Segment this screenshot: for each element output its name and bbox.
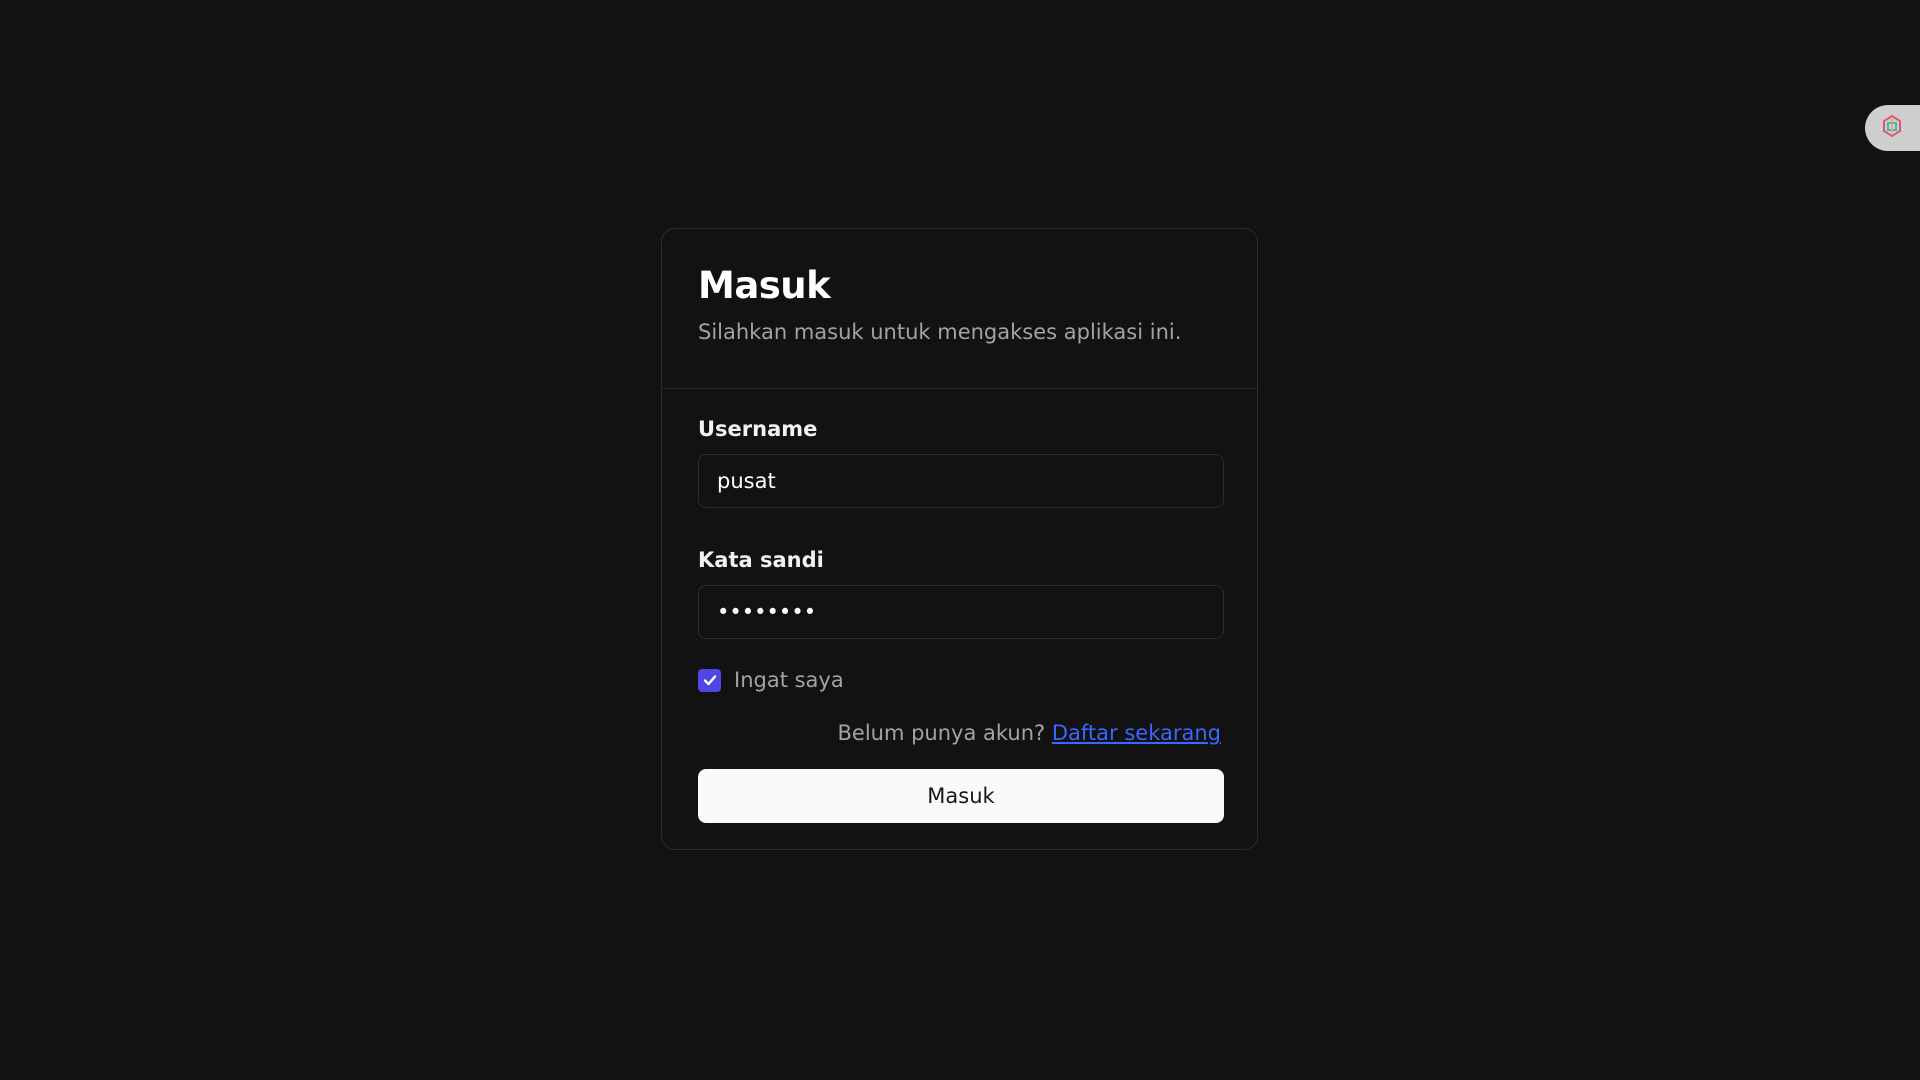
- login-submit-button[interactable]: Masuk: [698, 769, 1224, 823]
- username-input[interactable]: [698, 454, 1224, 508]
- remember-me-label[interactable]: Ingat saya: [734, 668, 844, 692]
- page-subtitle: Silahkan masuk untuk mengakses aplikasi …: [698, 320, 1182, 344]
- field-spacer: [698, 508, 1221, 550]
- register-prompt-row: Belum punya akun? Daftar sekarang: [698, 717, 1222, 749]
- extension-logo-icon: [1879, 113, 1905, 143]
- page-title: Masuk: [698, 264, 831, 307]
- remember-me-checkbox[interactable]: [698, 668, 721, 692]
- check-icon: [703, 675, 716, 686]
- register-link[interactable]: Daftar sekarang: [1052, 721, 1221, 745]
- browser-extension-button[interactable]: [1865, 105, 1920, 151]
- login-card-header: Masuk Silahkan masuk untuk mengakses apl…: [662, 229, 1257, 389]
- remember-me-row: Ingat saya: [698, 665, 1221, 695]
- login-form: Username Kata sandi Ingat saya Belum pun…: [662, 389, 1257, 823]
- password-label: Kata sandi: [698, 548, 824, 572]
- username-label: Username: [698, 417, 818, 441]
- register-prompt-text: Belum punya akun?: [837, 721, 1052, 745]
- password-input[interactable]: [698, 585, 1224, 639]
- login-card: Masuk Silahkan masuk untuk mengakses apl…: [661, 228, 1258, 850]
- login-page: Masuk Silahkan masuk untuk mengakses apl…: [0, 0, 1920, 1080]
